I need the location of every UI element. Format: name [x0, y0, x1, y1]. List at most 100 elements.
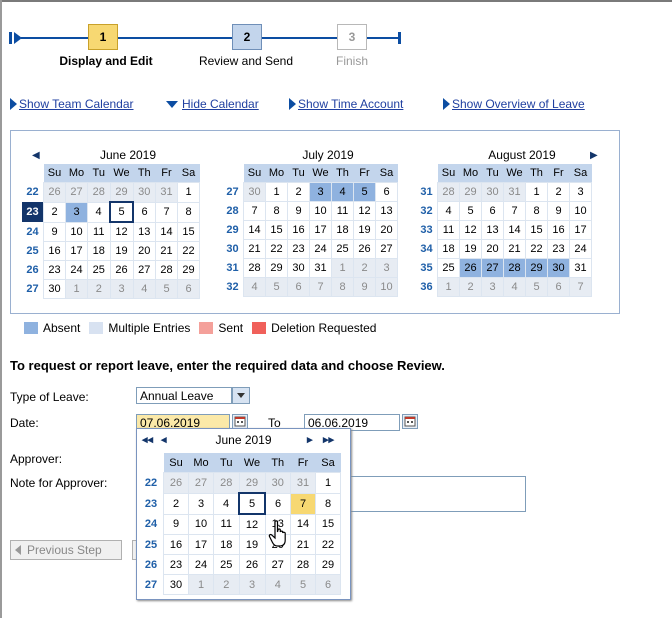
show-time-account-link[interactable]: Show Time Account	[298, 97, 403, 111]
calendar-day[interactable]: 14	[243, 220, 266, 240]
next-month-icon[interactable]: ▸	[307, 433, 313, 446]
calendar-day[interactable]: 1	[265, 182, 288, 202]
calendar-day[interactable]: 6	[287, 277, 310, 297]
calendar-day[interactable]: 2	[163, 492, 189, 515]
calendar-day[interactable]: 1	[177, 182, 200, 203]
calendar-day[interactable]: 2	[353, 258, 376, 278]
calendar-day[interactable]: 11	[213, 513, 240, 535]
calendar-day[interactable]: 5	[353, 182, 376, 202]
calendar-day[interactable]: 7	[569, 277, 592, 297]
calendar-day[interactable]: 13	[375, 201, 398, 221]
calendar-day[interactable]: 6	[547, 277, 570, 297]
calendar-day[interactable]: 24	[65, 260, 88, 280]
week-number[interactable]: 30	[222, 239, 244, 259]
calendar-day[interactable]: 27	[65, 182, 88, 203]
calendar-day[interactable]: 15	[177, 221, 200, 242]
calendar-day[interactable]: 23	[287, 239, 310, 259]
date-to-calendar-button[interactable]	[402, 414, 418, 429]
calendar-day[interactable]: 18	[87, 241, 111, 261]
calendar-day[interactable]: 5	[459, 201, 482, 221]
calendar-day[interactable]: 10	[569, 201, 592, 221]
calendar-day[interactable]: 28	[155, 260, 178, 280]
type-of-leave-dropdown-button[interactable]	[232, 387, 250, 404]
calendar-day[interactable]: 26	[459, 258, 482, 278]
calendar-day[interactable]: 14	[155, 221, 178, 242]
calendar-day[interactable]: 4	[437, 201, 460, 221]
calendar-day[interactable]: 28	[503, 258, 526, 278]
calendar-day[interactable]: 21	[503, 239, 526, 259]
calendar-day[interactable]: 21	[243, 239, 266, 259]
calendar-day[interactable]: 29	[109, 182, 134, 203]
calendar-day[interactable]: 7	[290, 492, 316, 515]
calendar-day[interactable]: 30	[243, 182, 266, 202]
calendar-day[interactable]: 2	[43, 201, 66, 223]
calendar-day[interactable]: 2	[459, 277, 482, 297]
calendar-day[interactable]: 29	[459, 182, 482, 202]
calendar-day[interactable]: 6	[132, 201, 156, 223]
week-number[interactable]: 22	[22, 182, 44, 202]
week-number[interactable]: 24	[22, 222, 44, 242]
calendar-day[interactable]: 13	[132, 221, 156, 242]
calendar-day[interactable]: 26	[109, 260, 134, 280]
calendar-day[interactable]: 15	[525, 220, 548, 240]
calendar-day[interactable]: 29	[525, 258, 548, 278]
week-number[interactable]: 33	[416, 220, 438, 240]
calendar-day[interactable]: 27	[264, 554, 291, 575]
calendar-day[interactable]: 29	[177, 260, 200, 280]
calendar-day[interactable]: 25	[213, 554, 240, 575]
calendar-day[interactable]: 28	[437, 182, 460, 202]
calendar-day[interactable]: 17	[309, 220, 332, 240]
calendar-day[interactable]: 4	[331, 182, 354, 202]
date-from-calendar-button[interactable]	[232, 414, 248, 429]
calendar-day[interactable]: 20	[481, 239, 504, 259]
week-number[interactable]: 36	[416, 277, 438, 297]
calendar-day[interactable]: 26	[353, 239, 376, 259]
calendar-day[interactable]: 16	[163, 534, 189, 555]
calendar-day[interactable]: 7	[243, 201, 266, 221]
calendar-day[interactable]: 10	[375, 277, 398, 297]
calendar-day[interactable]: 4	[87, 201, 111, 223]
calendar-day[interactable]: 27	[132, 260, 156, 280]
calendar-day[interactable]: 6	[481, 201, 504, 221]
calendar-day[interactable]: 4	[213, 492, 240, 515]
calendar-day[interactable]: 17	[188, 534, 214, 555]
calendar-day[interactable]: 26	[238, 554, 266, 575]
calendar-day[interactable]: 22	[525, 239, 548, 259]
next-year-icon[interactable]: ▸▸	[323, 433, 334, 446]
calendar-day[interactable]: 11	[87, 221, 111, 242]
calendar-day[interactable]: 10	[188, 513, 214, 535]
calendar-day[interactable]: 24	[309, 239, 332, 259]
calendar-day[interactable]: 27	[375, 239, 398, 259]
calendar-day[interactable]: 31	[155, 182, 178, 203]
calendar-day[interactable]: 7	[503, 201, 526, 221]
calendar-day[interactable]: 23	[547, 239, 570, 259]
calendar-day[interactable]: 4	[243, 277, 266, 297]
week-number[interactable]: 26	[22, 260, 44, 280]
calendar-day[interactable]: 8	[331, 277, 354, 297]
calendar-day[interactable]: 9	[547, 201, 570, 221]
calendar-day[interactable]: 2	[87, 279, 111, 299]
calendar-day[interactable]: 23	[163, 554, 189, 575]
calendar-day[interactable]: 19	[459, 239, 482, 259]
calendar-day[interactable]: 1	[331, 258, 354, 278]
calendar-day[interactable]: 2	[547, 182, 570, 202]
calendar-day[interactable]: 31	[569, 258, 592, 278]
week-number[interactable]: 25	[139, 534, 164, 555]
calendar-day[interactable]: 6	[264, 492, 291, 515]
week-number[interactable]: 27	[222, 182, 244, 202]
calendar-day[interactable]: 17	[65, 241, 88, 261]
week-number[interactable]: 27	[139, 574, 164, 595]
calendar-day[interactable]: 2	[287, 182, 310, 202]
calendar-day[interactable]: 26	[163, 472, 189, 494]
calendar-day[interactable]: 8	[315, 492, 341, 515]
calendar-day[interactable]: 3	[309, 182, 332, 202]
week-number[interactable]: 22	[139, 472, 164, 493]
week-number[interactable]: 23	[22, 202, 44, 222]
calendar-day[interactable]: 13	[481, 220, 504, 240]
calendar-day[interactable]: 14	[290, 513, 316, 535]
week-number[interactable]: 34	[416, 239, 438, 259]
calendar-day[interactable]: 24	[569, 239, 592, 259]
calendar-day[interactable]: 12	[109, 221, 134, 242]
calendar-day[interactable]: 30	[132, 182, 156, 203]
calendar-day[interactable]: 6	[315, 574, 341, 595]
